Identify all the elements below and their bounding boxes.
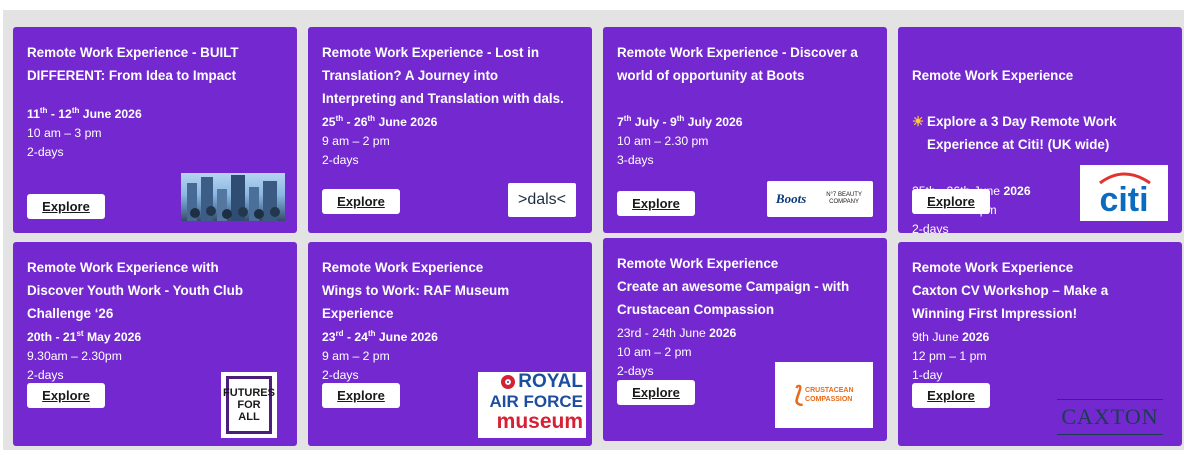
city-skyline-photo <box>181 173 285 221</box>
event-title: Remote Work Experience - BUILT DIFFERENT… <box>27 45 239 83</box>
event-date: 9th June 2026 <box>912 330 990 344</box>
raf-logo-line2: AIR FORCE <box>489 392 584 411</box>
no7-logo-text: N°7 BEAUTY COMPANY <box>826 192 862 205</box>
for-all-logo-text: FOR ALL <box>237 399 261 423</box>
caxton-logo-text: CAXTON <box>1061 404 1159 429</box>
crustacean-compassion-logo: ⟅ CRUSTACEAN COMPASSION <box>775 362 873 428</box>
dals-logo: >dals< <box>508 183 576 217</box>
event-time: 9 am – 2 pm <box>322 349 390 363</box>
explore-button[interactable]: Explore <box>322 189 400 214</box>
crab-icon: ⟅ <box>794 382 804 407</box>
explore-button[interactable]: Explore <box>912 383 990 408</box>
futures-logo-text: FUTURES <box>223 387 275 399</box>
event-title: Remote Work Experience Wings to Work: RA… <box>322 260 510 321</box>
futures-for-all-logo: FUTURES FOR ALL <box>221 372 277 438</box>
event-date: 7th July - 9th July 2026 <box>617 113 743 129</box>
dals-logo-text: >dals< <box>517 191 567 208</box>
event-card: Remote Work Experience Create an awesome… <box>603 238 887 441</box>
raf-logo-line3: museum <box>496 410 583 433</box>
explore-button[interactable]: Explore <box>617 191 695 216</box>
raf-logo-line1: ROYAL <box>518 372 583 392</box>
event-date: 25th - 26th June 2026 <box>322 113 438 129</box>
event-time: 10 am – 2 pm <box>617 345 692 359</box>
event-time: 10 am – 2.30 pm <box>617 134 709 148</box>
event-date: 23rd - 24th June 2026 <box>617 326 737 340</box>
event-card: Remote Work Experience - Discover a worl… <box>603 27 887 233</box>
event-time: 9 am – 2 pm <box>322 134 390 148</box>
event-title-line1: Remote Work Experience <box>912 68 1074 83</box>
event-card: Remote Work Experience - Lost in Transla… <box>308 27 592 233</box>
event-date: 11th - 12th June 2026 <box>27 105 142 121</box>
event-card: Remote Work Experience ☀ Explore a 3 Day… <box>898 27 1182 233</box>
raf-roundel-icon <box>501 375 516 389</box>
sun-icon: ☀ <box>912 114 925 129</box>
event-duration: 3-days <box>617 153 654 167</box>
boots-logo-text: Boots <box>775 191 807 206</box>
event-card: Remote Work Experience Wings to Work: RA… <box>308 242 592 446</box>
event-duration: 2-days <box>912 222 949 233</box>
explore-button[interactable]: Explore <box>617 380 695 405</box>
event-title: Remote Work Experience Create an awesome… <box>617 256 850 317</box>
event-card: Remote Work Experience - BUILT DIFFERENT… <box>13 27 297 233</box>
event-time: 10 am – 3 pm <box>27 126 102 140</box>
explore-button[interactable]: Explore <box>27 194 105 219</box>
crustacean-logo-line1: CRUSTACEAN <box>805 387 854 394</box>
event-title: Remote Work Experience - Discover a worl… <box>617 45 858 83</box>
citi-logo-text: citi <box>1099 181 1148 219</box>
event-duration: 2-days <box>27 145 64 159</box>
raf-museum-logo: ROYAL AIR FORCE museum <box>478 372 586 438</box>
event-date: 20th - 21st May 2026 <box>27 328 142 344</box>
boots-no7-logo: Boots N°7 BEAUTY COMPANY <box>767 181 873 217</box>
citi-logo: citi <box>1080 165 1168 221</box>
events-board: Remote Work Experience - BUILT DIFFERENT… <box>3 10 1184 450</box>
event-date: 23rd - 24th June 2026 <box>322 328 438 344</box>
crustacean-logo-line2: COMPASSION <box>805 396 853 403</box>
explore-button[interactable]: Explore <box>322 383 400 408</box>
event-title-line2: Explore a 3 Day Remote Work Experience a… <box>927 114 1117 152</box>
event-time: 9.30am – 2.30pm <box>27 349 122 363</box>
event-title: Remote Work Experience ☀ Explore a 3 Day… <box>912 41 1168 179</box>
event-card: Remote Work Experience Caxton CV Worksho… <box>898 242 1182 446</box>
caxton-logo: CAXTON <box>1048 392 1172 442</box>
event-card: Remote Work Experience with Discover You… <box>13 242 297 446</box>
event-title: Remote Work Experience - Lost in Transla… <box>322 45 564 106</box>
explore-button[interactable]: Explore <box>27 383 105 408</box>
explore-button[interactable]: Explore <box>912 189 990 214</box>
event-time: 12 pm – 1 pm <box>912 349 987 363</box>
event-title: Remote Work Experience Caxton CV Worksho… <box>912 260 1109 321</box>
event-duration: 2-days <box>322 153 359 167</box>
event-title: Remote Work Experience with Discover You… <box>27 260 244 321</box>
